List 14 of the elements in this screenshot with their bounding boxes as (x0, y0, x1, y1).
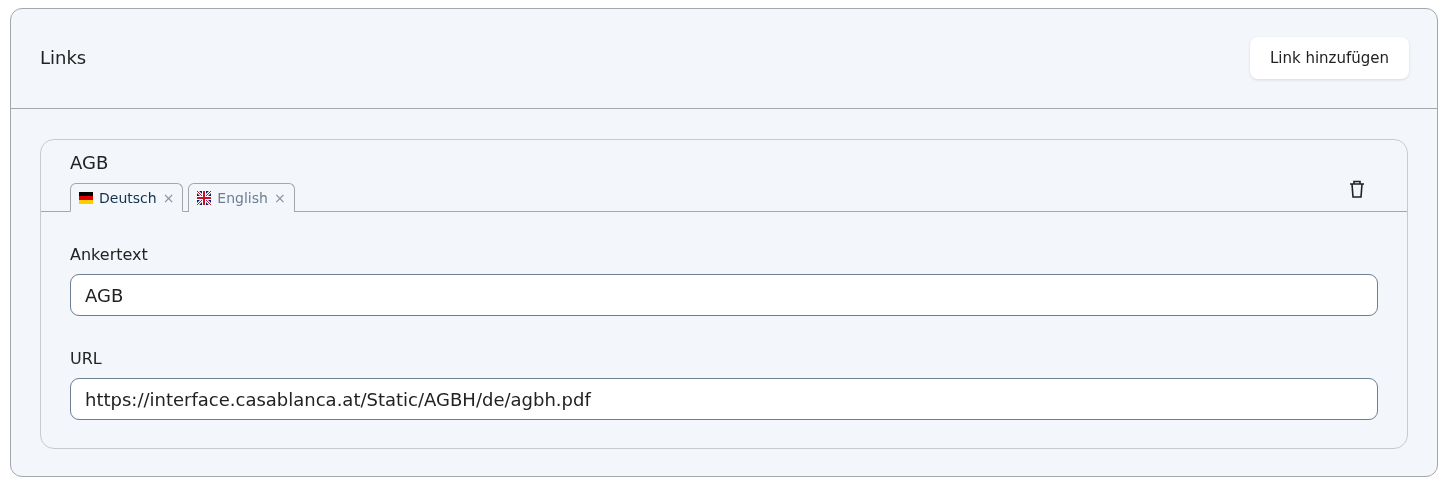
field-label: URL (70, 349, 103, 368)
field-label: Ankertext (70, 245, 149, 264)
language-tab[interactable]: Deutsch × (70, 183, 184, 212)
text-input-field[interactable]: https://interface.casablanca.at/Static/AGBH/de/agbh.pdf (70, 378, 1378, 420)
british-flag-icon (197, 191, 212, 205)
tab-label: English (217, 190, 268, 206)
link-title: AGB (70, 152, 110, 173)
german-flag-icon (79, 191, 93, 204)
tab-label: Deutsch (99, 189, 157, 206)
text-input-field[interactable]: AGB (70, 274, 1378, 316)
language-tab[interactable]: English × (188, 183, 295, 212)
trash-icon[interactable] (1349, 180, 1365, 198)
add-link-button[interactable]: Link hinzufügen (1249, 37, 1409, 79)
panel-title: Links (40, 47, 87, 68)
